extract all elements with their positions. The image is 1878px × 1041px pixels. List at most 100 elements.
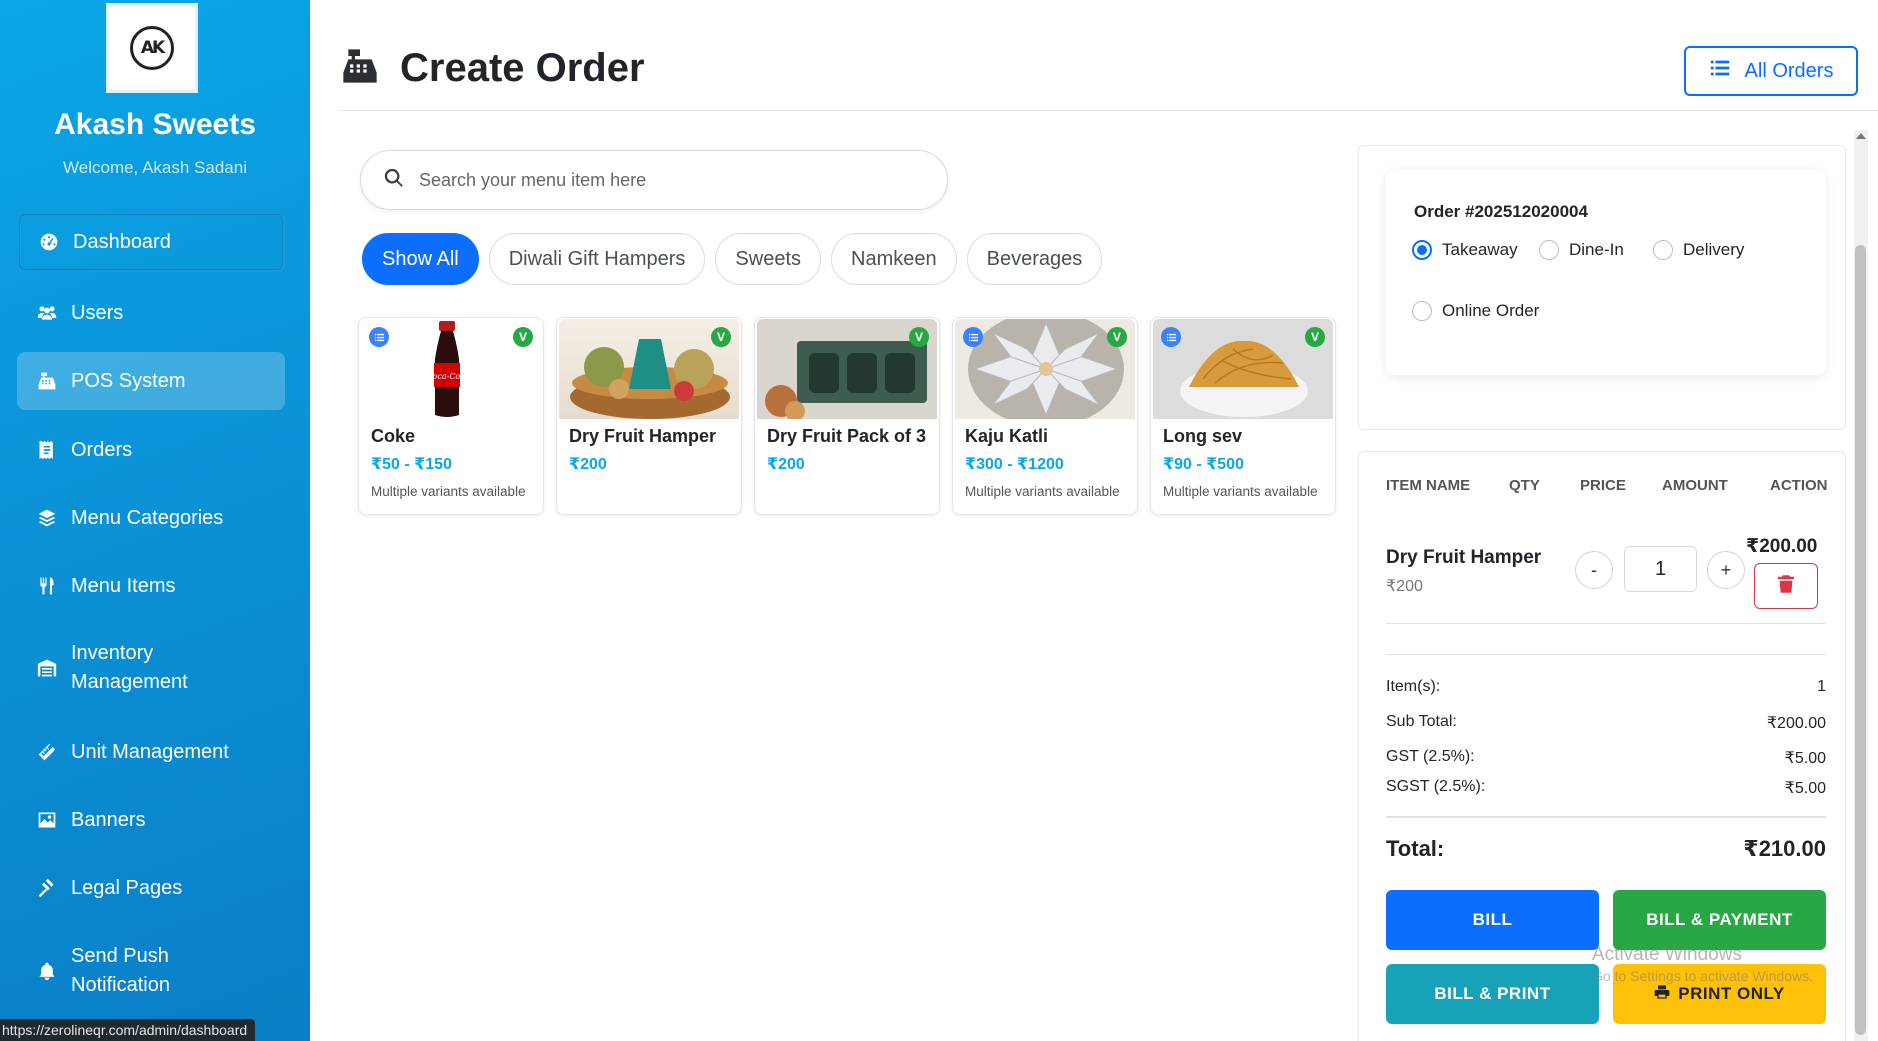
product-name: Long sev (1163, 426, 1243, 446)
divider (1386, 816, 1826, 818)
bill-button[interactable]: BILL (1386, 890, 1599, 950)
users-icon (17, 302, 57, 324)
divider (1386, 623, 1826, 624)
sidebar-item-dashboard[interactable]: Dashboard (17, 212, 285, 272)
all-orders-button[interactable]: All Orders (1684, 46, 1858, 96)
summary-gst-row: GST (2.5%): ₹5.00 (1386, 748, 1826, 768)
sidebar-item-unit-management[interactable]: Unit Management (17, 737, 285, 767)
welcome-text: Welcome, Akash Sadani (63, 158, 247, 177)
sidebar-item-banners[interactable]: Banners (17, 805, 285, 835)
summary-label: Sub Total: (1386, 713, 1457, 730)
sidebar-item-label: Legal Pages (71, 876, 183, 899)
trash-icon (1778, 574, 1794, 598)
cart-item-unit-price: ₹200 (1386, 578, 1423, 595)
logo-mark: AK (130, 26, 174, 70)
summary-value: ₹5.00 (1784, 780, 1826, 797)
radio-button[interactable] (1653, 240, 1673, 260)
brand-logo[interactable]: AK (106, 3, 198, 93)
sidebar-item-label: Inventory Management (71, 642, 188, 693)
product-price: ₹200 (767, 456, 805, 473)
sidebar-item-label: Menu Categories (71, 506, 224, 529)
summary-label: GST (2.5%): (1386, 748, 1475, 765)
summary-label: SGST (2.5%): (1386, 778, 1486, 795)
sidebar-item-menu-items[interactable]: Menu Items (17, 571, 285, 601)
cash-register-icon (17, 370, 57, 392)
product-variants-note: Multiple variants available (965, 484, 1120, 499)
summary-total-row: Total: ₹210.00 (1386, 836, 1826, 862)
sidebar-item-orders[interactable]: Orders (17, 435, 285, 465)
product-card-kaju-katli[interactable]: V Kaju Katli ₹300 - ₹1200 Multiple varia… (952, 317, 1138, 515)
order-type-dine-in[interactable]: Dine-In (1539, 240, 1624, 260)
qty-input[interactable]: 1 (1624, 546, 1697, 592)
scrollbar-thumb[interactable] (1855, 245, 1866, 1035)
order-type-online-order[interactable]: Online Order (1412, 301, 1539, 321)
sidebar-item-label: Dashboard (73, 230, 171, 253)
summary-value: ₹200.00 (1766, 715, 1826, 732)
category-diwali-gift-hampers[interactable]: Diwali Gift Hampers (488, 233, 706, 285)
sidebar-item-users[interactable]: Users (17, 298, 285, 328)
product-card-dry-fruit-hamper[interactable]: V Dry Fruit Hamper ₹200 (556, 317, 742, 515)
category-beverages[interactable]: Beverages (966, 233, 1103, 285)
sidebar-item-pos-system[interactable]: POS System (17, 352, 285, 410)
bill-payment-button[interactable]: BILL & PAYMENT (1613, 890, 1826, 950)
radio-label: Delivery (1683, 240, 1745, 259)
product-card-coke[interactable]: Coca-Cola V Coke ₹50 - ₹150 Multiple var… (358, 317, 544, 515)
summary-value: ₹5.00 (1784, 750, 1826, 767)
all-orders-label: All Orders (1744, 59, 1834, 82)
product-card-dry-fruit-pack-of-3[interactable]: V Dry Fruit Pack of 3 ₹200 (754, 317, 940, 515)
order-type-card: Order #202512020004 Takeaway Dine-In Del… (1386, 170, 1826, 375)
sidebar-item-send-push-notification[interactable]: Send Push Notification (17, 941, 285, 1001)
radio-label: Dine-In (1569, 240, 1624, 259)
sidebar-item-inventory-management[interactable]: Inventory Management (17, 638, 285, 698)
svg-text:Coca-Cola: Coca-Cola (426, 372, 467, 381)
printer-icon (1654, 984, 1670, 1005)
sidebar-item-label: Banners (71, 808, 146, 831)
bill-print-button[interactable]: BILL & PRINT (1386, 964, 1599, 1024)
delete-item-button[interactable] (1754, 563, 1818, 609)
search-input[interactable] (419, 169, 939, 191)
radio-button[interactable] (1412, 301, 1432, 321)
veg-badge: V (1305, 327, 1325, 347)
divider (340, 110, 1878, 111)
order-number: Order #202512020004 (1414, 202, 1588, 221)
column-header-amount: AMOUNT (1662, 477, 1728, 494)
veg-badge: V (909, 327, 929, 347)
category-sweets[interactable]: Sweets (715, 233, 822, 285)
veg-badge: V (513, 327, 533, 347)
sidebar-item-label: Unit Management (71, 740, 229, 763)
category-namkeen[interactable]: Namkeen (831, 233, 957, 285)
cart-item-amount: ₹200.00 (1746, 536, 1818, 557)
summary-subtotal-row: Sub Total: ₹200.00 (1386, 713, 1826, 733)
order-type-delivery[interactable]: Delivery (1653, 240, 1744, 260)
search-bar[interactable] (360, 150, 948, 210)
search-icon (383, 167, 405, 194)
cash-register-icon (340, 46, 380, 91)
ruler-icon (17, 741, 57, 763)
sidebar-item-label: Menu Items (71, 574, 176, 597)
product-price: ₹90 - ₹500 (1163, 456, 1244, 473)
product-card-long-sev[interactable]: V Long sev ₹90 - ₹500 Multiple variants … (1150, 317, 1336, 515)
scroll-up-arrow-icon[interactable] (1856, 133, 1866, 139)
summary-label: Item(s): (1386, 678, 1441, 695)
decrease-qty-button[interactable]: - (1575, 551, 1613, 589)
menu-badge-icon (1161, 327, 1181, 347)
product-variants-note: Multiple variants available (1163, 484, 1318, 499)
product-name: Coke (371, 426, 416, 446)
summary-value: 1 (1817, 678, 1826, 695)
activation-watermark-subtitle: Go to Settings to activate Windows. (1592, 968, 1813, 984)
product-price: ₹200 (569, 456, 607, 473)
category-filter-bar: Show All Diwali Gift Hampers Sweets Namk… (362, 233, 1103, 285)
increase-qty-button[interactable]: + (1707, 551, 1745, 589)
sidebar-item-legal-pages[interactable]: Legal Pages (17, 873, 285, 903)
category-show-all[interactable]: Show All (362, 233, 479, 285)
status-bar-url: https://zerolineqr.com/admin/dashboard (0, 1019, 256, 1041)
order-type-takeaway[interactable]: Takeaway (1412, 240, 1518, 260)
sidebar-item-menu-categories[interactable]: Menu Categories (17, 503, 285, 533)
radio-button[interactable] (1412, 240, 1432, 260)
radio-button[interactable] (1539, 240, 1559, 260)
page-header: Create Order (340, 46, 645, 91)
total-value: ₹210.00 (1743, 836, 1826, 861)
bell-icon (17, 960, 57, 982)
menu-badge-icon (963, 327, 983, 347)
receipt-icon (17, 439, 57, 461)
